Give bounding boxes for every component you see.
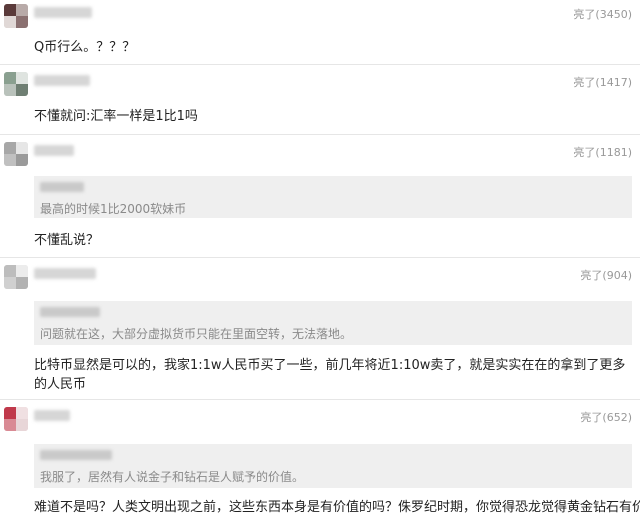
quoted-username-blurred [40, 182, 84, 192]
quoted-username-blurred [40, 307, 100, 317]
divider [0, 134, 640, 135]
avatar[interactable] [4, 265, 28, 289]
quoted-reply: 我服了，居然有人说金子和钻石是人赋予的价值。 [34, 444, 632, 488]
like-count[interactable]: 亮了(1181) [573, 144, 632, 160]
comment-text: 不懂乱说？ [34, 233, 100, 248]
avatar[interactable] [4, 407, 28, 431]
username-blurred[interactable] [34, 75, 90, 86]
quoted-text: 我服了，居然有人说金子和钻石是人赋予的价值。 [40, 470, 305, 484]
like-count[interactable]: 亮了(1417) [573, 74, 632, 90]
comment-text: 难道不是吗？人类文明出现之前，这些东西本身是有价值的吗？侏罗纪时期，你觉得恐龙觉… [34, 500, 640, 515]
divider [0, 399, 640, 400]
username-blurred[interactable] [34, 410, 70, 421]
quoted-text: 问题就在这，大部分虚拟货币只能在里面空转，无法落地。 [40, 327, 353, 341]
like-count[interactable]: 亮了(3450) [573, 6, 632, 22]
quoted-reply: 最高的时候1比2000软妹币 [34, 176, 632, 218]
username-blurred[interactable] [34, 7, 92, 18]
avatar[interactable] [4, 142, 28, 166]
username-blurred[interactable] [34, 145, 74, 156]
comment-text: 比特币显然是可以的，我家1:1w人民币买了一些，前几年将近1:10w卖了，就是实… [34, 358, 626, 392]
like-count[interactable]: 亮了(904) [580, 267, 632, 283]
avatar[interactable] [4, 4, 28, 28]
username-blurred[interactable] [34, 268, 96, 279]
quoted-username-blurred [40, 450, 112, 460]
quoted-text: 最高的时候1比2000软妹币 [40, 202, 187, 216]
avatar[interactable] [4, 72, 28, 96]
like-count[interactable]: 亮了(652) [580, 409, 632, 425]
comment-text: 不懂就问:汇率一样是1比1吗 [34, 109, 198, 124]
quoted-reply: 问题就在这，大部分虚拟货币只能在里面空转，无法落地。 [34, 301, 632, 345]
divider [0, 64, 640, 65]
comment-text: Q币行么。？？？ [34, 40, 136, 55]
divider [0, 257, 640, 258]
